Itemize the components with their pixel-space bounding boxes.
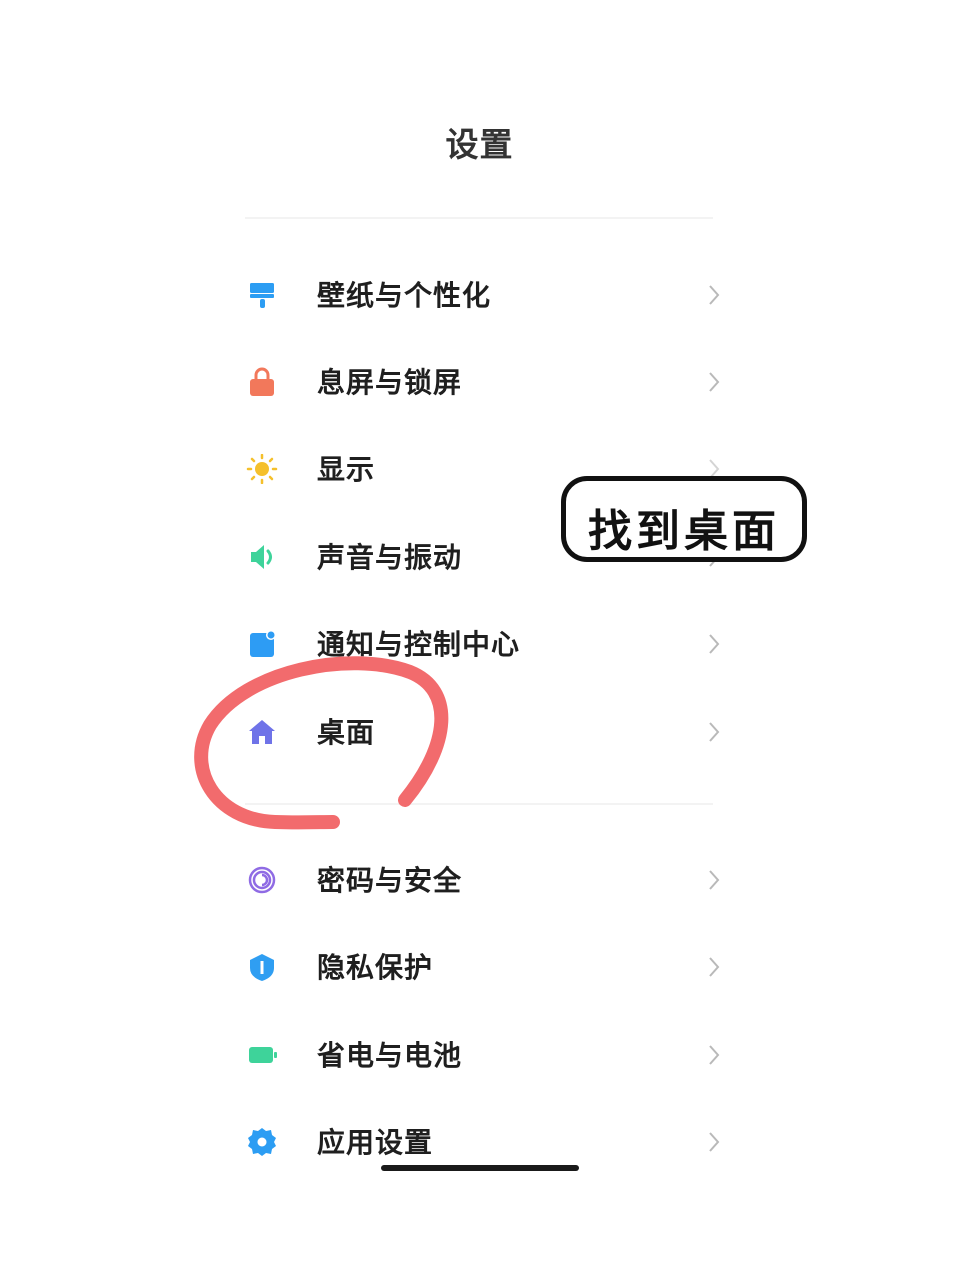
page-title: 设置: [445, 125, 514, 164]
section-divider: [245, 803, 713, 805]
settings-item-wallpaper[interactable]: 壁纸与个性化: [240, 260, 730, 330]
settings-item-password-security[interactable]: 密码与安全: [240, 845, 730, 915]
top-divider: [245, 217, 713, 219]
notification-icon: [250, 630, 276, 657]
home-indicator[interactable]: [381, 1165, 579, 1171]
settings-item-lockscreen[interactable]: 息屏与锁屏: [240, 347, 730, 417]
settings-item-label: 桌面: [317, 716, 376, 749]
settings-item-label: 应用设置: [317, 1126, 434, 1159]
annotation-sticker: 找到桌面: [561, 476, 807, 562]
gear-icon: [248, 1128, 276, 1156]
chevron-right-icon: [709, 1132, 720, 1152]
settings-item-label: 省电与电池: [317, 1039, 463, 1072]
privacy-shield-icon: [250, 954, 274, 981]
settings-item-privacy[interactable]: 隐私保护: [240, 932, 730, 1002]
settings-item-label: 声音与振动: [317, 541, 463, 574]
chevron-right-icon: [709, 722, 720, 742]
annotation-sticker-text: 找到桌面: [588, 506, 780, 557]
fingerprint-icon: [248, 866, 276, 894]
speaker-icon: [251, 545, 272, 569]
brush-icon: [250, 283, 274, 308]
sun-icon: [246, 454, 278, 484]
settings-item-notifications[interactable]: 通知与控制中心: [240, 609, 730, 679]
chevron-right-icon: [709, 1045, 720, 1065]
settings-item-label: 通知与控制中心: [317, 628, 521, 661]
settings-item-label: 壁纸与个性化: [317, 279, 492, 312]
home-icon: [249, 720, 275, 744]
battery-icon: [249, 1047, 277, 1063]
lock-icon: [250, 367, 274, 396]
settings-item-label: 显示: [317, 453, 376, 486]
chevron-right-icon: [709, 634, 720, 654]
settings-item-battery[interactable]: 省电与电池: [240, 1020, 730, 1090]
chevron-right-icon: [709, 870, 720, 890]
chevron-right-icon: [709, 285, 720, 305]
settings-item-label: 密码与安全: [317, 864, 463, 897]
settings-item-desktop[interactable]: 桌面: [240, 697, 730, 767]
chevron-right-icon: [709, 957, 720, 977]
chevron-right-icon: [709, 372, 720, 392]
settings-item-label: 隐私保护: [317, 951, 434, 984]
settings-item-label: 息屏与锁屏: [317, 366, 463, 399]
